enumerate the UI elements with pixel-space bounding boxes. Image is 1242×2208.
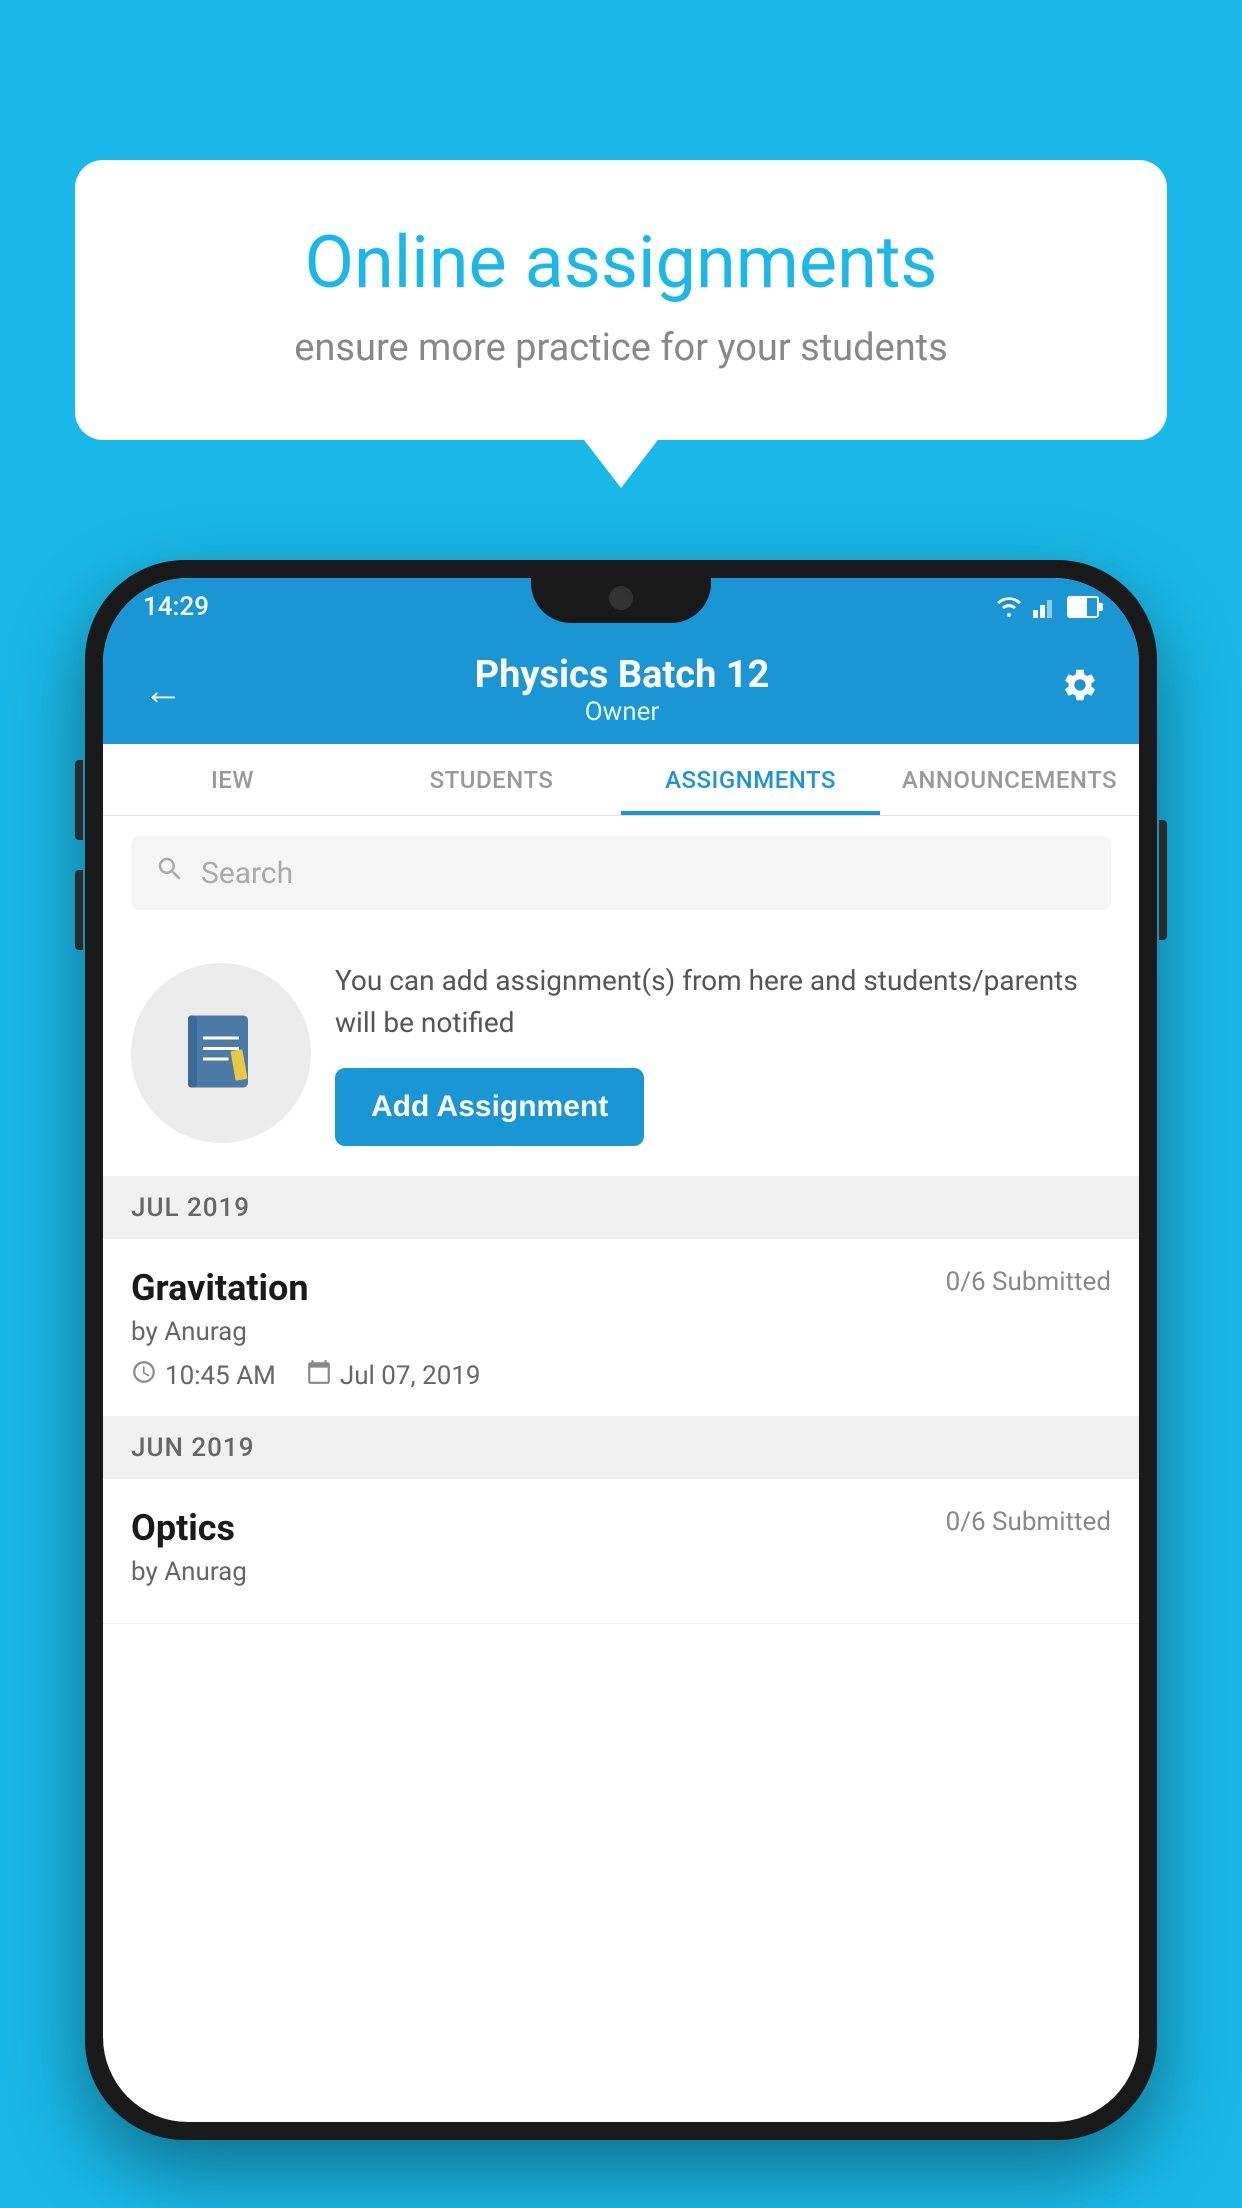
calendar-icon — [306, 1359, 332, 1392]
settings-button[interactable] — [1061, 666, 1099, 714]
promo-description: You can add assignment(s) from here and … — [335, 960, 1111, 1044]
assignment-name-optics: Optics — [131, 1507, 235, 1549]
assignment-submitted-gravitation: 0/6 Submitted — [946, 1267, 1111, 1297]
assignment-top-optics: Optics 0/6 Submitted — [131, 1507, 1111, 1549]
assignment-item-optics[interactable]: Optics 0/6 Submitted by Anurag — [103, 1479, 1139, 1624]
clock-svg — [131, 1359, 157, 1385]
tab-iew-label: IEW — [211, 766, 254, 794]
promo-content: You can add assignment(s) from here and … — [335, 960, 1111, 1146]
assignment-name-gravitation: Gravitation — [131, 1267, 309, 1309]
assignment-by-optics: by Anurag — [131, 1557, 1111, 1587]
add-assignment-button[interactable]: Add Assignment — [335, 1068, 644, 1146]
tab-students-label: STUDENTS — [430, 766, 554, 794]
promo-icon-circle — [131, 963, 311, 1143]
side-button-power — [1159, 820, 1167, 940]
meta-time-gravitation: 10:45 AM — [131, 1359, 276, 1392]
phone-notch — [531, 578, 711, 623]
search-placeholder: Search — [201, 856, 293, 891]
phone-wrapper: 14:29 — [85, 560, 1157, 2208]
side-button-volume-up — [75, 760, 83, 840]
section-header-jun: JUN 2019 — [103, 1417, 1139, 1479]
assignment-item-gravitation[interactable]: Gravitation 0/6 Submitted by Anurag 10:4… — [103, 1239, 1139, 1417]
tab-announcements-label: ANNOUNCEMENTS — [902, 766, 1117, 794]
header-title: Physics Batch 12 — [475, 653, 770, 697]
status-icons — [995, 596, 1099, 618]
search-box[interactable]: Search — [131, 836, 1111, 910]
calendar-svg — [306, 1359, 332, 1385]
tab-iew[interactable]: IEW — [103, 744, 362, 815]
wifi-icon — [995, 596, 1023, 618]
magnifier-icon — [155, 854, 185, 884]
status-time: 14:29 — [143, 592, 209, 622]
back-button[interactable]: ← — [143, 667, 183, 714]
assignment-meta-gravitation: 10:45 AM Jul 07, 2019 — [131, 1359, 1111, 1392]
phone-camera — [609, 586, 633, 610]
battery-fill — [1069, 598, 1087, 616]
phone-screen: 14:29 — [103, 578, 1139, 2122]
signal-icon — [1033, 596, 1057, 618]
assignment-submitted-optics: 0/6 Submitted — [946, 1507, 1111, 1537]
assignment-top: Gravitation 0/6 Submitted — [131, 1267, 1111, 1309]
app-header: ← Physics Batch 12 Owner — [103, 636, 1139, 744]
speech-bubble: Online assignments ensure more practice … — [75, 160, 1167, 440]
header-subtitle: Owner — [475, 697, 770, 727]
clock-icon — [131, 1359, 157, 1392]
date-value-gravitation: Jul 07, 2019 — [340, 1361, 481, 1391]
time-value-gravitation: 10:45 AM — [165, 1361, 276, 1391]
tabs-bar: IEW STUDENTS ASSIGNMENTS ANNOUNCEMENTS — [103, 744, 1139, 816]
tab-students[interactable]: STUDENTS — [362, 744, 621, 815]
battery-icon — [1067, 596, 1099, 618]
promo-card: You can add assignment(s) from here and … — [103, 930, 1139, 1176]
search-container: Search — [103, 816, 1139, 930]
side-button-volume-down — [75, 870, 83, 950]
tab-assignments[interactable]: ASSIGNMENTS — [621, 744, 880, 815]
search-icon — [155, 854, 185, 892]
assignment-by-gravitation: by Anurag — [131, 1317, 1111, 1347]
tab-announcements[interactable]: ANNOUNCEMENTS — [880, 744, 1139, 815]
phone-frame: 14:29 — [85, 560, 1157, 2140]
meta-date-gravitation: Jul 07, 2019 — [306, 1359, 481, 1392]
gear-icon — [1061, 666, 1099, 704]
section-header-jul: JUL 2019 — [103, 1177, 1139, 1239]
tab-assignments-label: ASSIGNMENTS — [665, 766, 836, 794]
header-center: Physics Batch 12 Owner — [475, 653, 770, 727]
bubble-title: Online assignments — [145, 220, 1097, 306]
bubble-subtitle: ensure more practice for your students — [145, 326, 1097, 370]
notebook-icon — [176, 1008, 266, 1098]
